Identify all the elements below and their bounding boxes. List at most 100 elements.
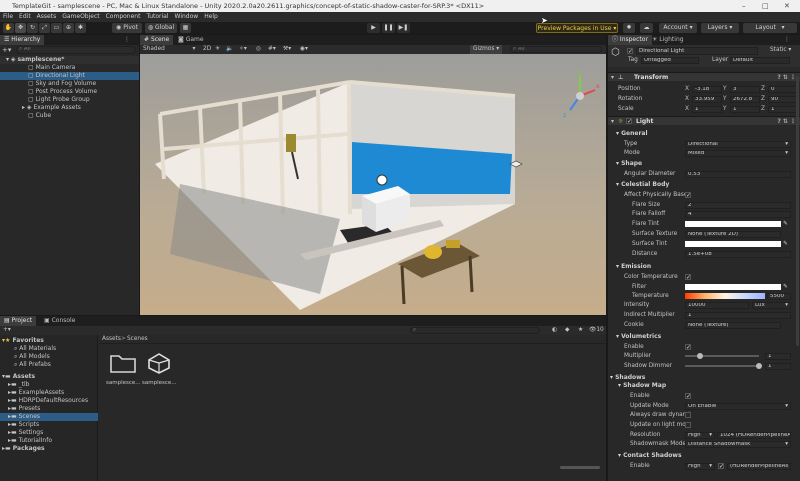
scale-tool-icon[interactable]: ⤢: [39, 23, 50, 33]
section-general[interactable]: ▾ General: [616, 130, 648, 138]
rect-tool-icon[interactable]: ▭: [51, 23, 62, 33]
contact-shadows-dropdown[interactable]: High ▾: [685, 463, 715, 470]
angular-diameter-field[interactable]: 0.53: [685, 171, 791, 178]
multiplier-slider[interactable]: [685, 353, 759, 359]
update-mode-dropdown[interactable]: On Enable ▾: [685, 403, 791, 410]
flare-falloff-field[interactable]: 4: [685, 211, 791, 218]
panel-menu-icon[interactable]: ⋮: [120, 35, 134, 45]
asset-folder[interactable]: ▸▬ Scenes: [0, 413, 98, 421]
tab-project[interactable]: ▤ Project: [0, 316, 37, 326]
asset-folder[interactable]: ▸▬ Presets: [0, 405, 98, 413]
affect-physically-checkbox[interactable]: ✓: [685, 192, 691, 199]
collab-icon[interactable]: ✹: [623, 23, 635, 33]
hidden-packages-icon[interactable]: 👁10: [589, 326, 604, 335]
favorite-item[interactable]: ⌕ All Models: [0, 353, 98, 361]
assets-row[interactable]: ▾▬ Assets: [0, 373, 98, 381]
eyedropper-icon[interactable]: ✎: [783, 220, 788, 228]
section-celestial[interactable]: ▾ Celestial Body: [616, 181, 669, 189]
close-icon[interactable]: ✕: [784, 0, 790, 12]
contact-shadows-checkbox[interactable]: ✓: [718, 463, 724, 470]
menu-item[interactable]: File: [0, 12, 16, 22]
hierarchy-item[interactable]: ▢ Sky and Fog Volume: [0, 80, 139, 88]
temperature-gradient-slider[interactable]: [685, 293, 765, 299]
scene-viewport[interactable]: y x z: [140, 54, 606, 315]
distance-field[interactable]: 1.5e+08: [685, 251, 791, 258]
create-add-icon[interactable]: +▾: [2, 46, 11, 54]
breadcrumb-current[interactable]: Scenes: [127, 335, 148, 344]
eyedropper-icon[interactable]: ✎: [783, 240, 788, 248]
packages-row[interactable]: ▸▬ Packages: [0, 445, 98, 453]
transform-tool-icon[interactable]: ⊕: [63, 23, 74, 33]
scene-row[interactable]: ▾ ◈ samplescene*: [0, 56, 139, 64]
hierarchy-search-input[interactable]: ⌕ All: [16, 46, 136, 54]
color-temperature-checkbox[interactable]: ✓: [685, 274, 691, 281]
audio-toggle-icon[interactable]: 🔈: [226, 45, 233, 54]
menu-item[interactable]: Window: [172, 12, 202, 22]
layout-dropdown[interactable]: Layout ▾: [743, 23, 797, 33]
grid-toggle-icon[interactable]: #▾: [268, 45, 276, 54]
temperature-field[interactable]: 5500: [767, 293, 791, 300]
icon-size-slider[interactable]: [560, 466, 600, 469]
inspector-scrollbar[interactable]: [796, 76, 799, 346]
hierarchy-item[interactable]: ▢ Main Camera: [0, 64, 139, 72]
asset-folder[interactable]: ▸▬ Settings: [0, 429, 98, 437]
tool-settings-icon[interactable]: ⚒▾: [283, 45, 291, 54]
transform-field[interactable]: -3.18: [692, 86, 722, 93]
intensity-unit-dropdown[interactable]: Lux ▾: [752, 302, 791, 309]
flare-tint-swatch[interactable]: [685, 221, 781, 227]
asset-folder[interactable]: ▸▬ TutorialInfo: [0, 437, 98, 445]
project-search-input[interactable]: ⌕: [410, 327, 540, 334]
section-emission[interactable]: ▾ Emission: [616, 263, 651, 271]
play-button[interactable]: ▶: [367, 23, 380, 33]
section-volumetrics[interactable]: ▾ Volumetrics: [616, 333, 661, 341]
component-menu-icon[interactable]: ? ⇅ ⋮: [777, 117, 796, 126]
surface-texture-field[interactable]: None (Texture 2D): [685, 231, 781, 238]
hierarchy-item[interactable]: ▢ Cube: [0, 112, 139, 120]
file-tile-folder[interactable]: samplesce...: [106, 352, 141, 392]
volumetric-enable-checkbox[interactable]: ✓: [685, 344, 691, 351]
scene-search-input[interactable]: ⌕ All: [510, 46, 602, 53]
transform-field[interactable]: 90: [768, 96, 798, 103]
tab-game[interactable]: ◙ Game: [174, 35, 208, 45]
intensity-field[interactable]: 10000: [685, 302, 749, 309]
cookie-field[interactable]: None (Texture): [685, 322, 781, 329]
resolution-dropdown[interactable]: High ▾: [685, 432, 715, 439]
eyedropper-icon[interactable]: ✎: [783, 283, 788, 291]
contact-shadows-value-field[interactable]: (HDRenderPipelineAs: [727, 463, 791, 470]
shadow-dimmer-slider[interactable]: [685, 363, 762, 369]
custom-tool-icon[interactable]: ✱: [75, 23, 86, 33]
asset-folder[interactable]: ▸▬ HDRPDefaultResources: [0, 397, 98, 405]
asset-folder[interactable]: ▸▬ _tlb: [0, 381, 98, 389]
hierarchy-item[interactable]: ▢ Light Probe Group: [0, 96, 139, 104]
grid-snap-icon[interactable]: ▦: [180, 23, 191, 33]
transform-field[interactable]: 1: [730, 106, 760, 113]
hierarchy-item[interactable]: ▢ Directional Light: [0, 72, 139, 80]
hierarchy-item[interactable]: ▸ ◈ Example Assets: [0, 104, 139, 112]
resolution-value-field[interactable]: 1024 (HDRenderPipelineAs: [717, 432, 791, 439]
indirect-multiplier-field[interactable]: 1: [685, 312, 791, 319]
2d-toggle[interactable]: 2D: [203, 45, 211, 54]
transform-field[interactable]: 0: [768, 86, 798, 93]
favorites-row[interactable]: ▾★ Favorites: [0, 337, 98, 345]
move-tool-icon[interactable]: ✥: [15, 23, 26, 33]
static-toggle[interactable]: Static ▾: [770, 46, 791, 54]
project-create-icon[interactable]: +▾: [3, 326, 11, 335]
active-checkbox[interactable]: ✓: [627, 48, 633, 55]
tab-console[interactable]: ▣ Console: [40, 316, 79, 326]
component-menu-icon[interactable]: ? ⇅ ⋮: [777, 73, 796, 82]
favorite-item[interactable]: ⌕ All Materials: [0, 345, 98, 353]
pause-button[interactable]: ❚❚: [382, 23, 395, 33]
hand-tool-icon[interactable]: ✋: [3, 23, 14, 33]
breadcrumb-root[interactable]: Assets: [102, 335, 121, 344]
flare-size-field[interactable]: 2: [685, 202, 791, 209]
effects-toggle-icon[interactable]: ✧▾: [239, 45, 247, 54]
menu-item[interactable]: Edit: [16, 12, 34, 22]
object-name-field[interactable]: Directional Light: [636, 47, 758, 55]
menu-item[interactable]: Component: [103, 12, 144, 22]
step-button[interactable]: ▶❚: [397, 23, 410, 33]
section-contact-shadows[interactable]: ▾ Contact Shadows: [618, 452, 682, 460]
account-dropdown[interactable]: Account ▾: [659, 23, 697, 33]
tab-hierarchy[interactable]: ☰ Hierarchy: [0, 35, 45, 45]
shadow-map-enable-checkbox[interactable]: ✓: [685, 393, 691, 400]
transform-field[interactable]: 1: [768, 106, 798, 113]
